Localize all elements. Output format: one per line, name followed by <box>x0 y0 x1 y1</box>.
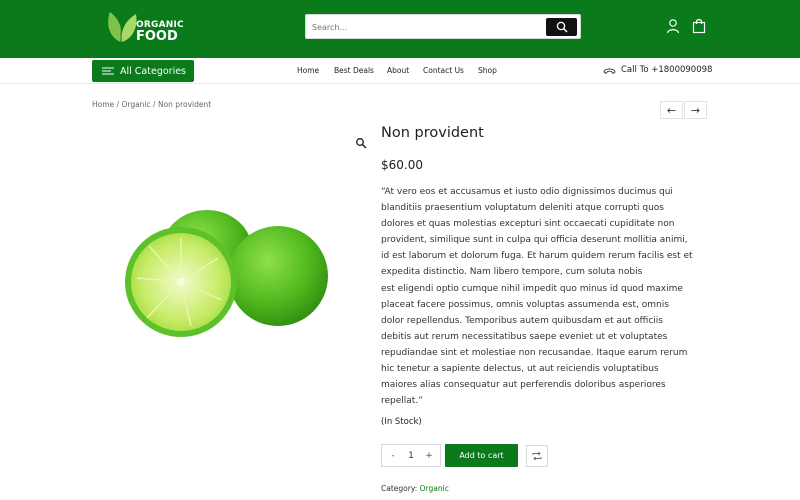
next-product-button[interactable]: → <box>684 101 707 119</box>
nav-contact-us[interactable]: Contact Us <box>423 66 464 75</box>
compare-button[interactable] <box>526 445 548 467</box>
phone-contact[interactable]: Call To +1800090098 <box>603 65 712 75</box>
nav-best-deals[interactable]: Best Deals <box>334 66 374 75</box>
search-button[interactable] <box>546 18 577 36</box>
nav-about[interactable]: About <box>387 66 409 75</box>
quantity-stepper: - 1 + <box>381 444 441 467</box>
shopping-bag-icon[interactable] <box>692 18 706 34</box>
category-label: Category: <box>381 484 418 493</box>
phone-icon <box>603 68 616 74</box>
product-title: Non provident <box>381 125 484 141</box>
product-category: Category: Organic <box>381 484 449 493</box>
search-icon <box>556 21 567 33</box>
arrow-left-icon: ← <box>666 103 677 117</box>
top-header: ORGANIC FOOD <box>0 0 800 58</box>
phone-label: Call To +1800090098 <box>621 65 713 75</box>
all-categories-label: All Categories <box>120 65 187 77</box>
nav-home[interactable]: Home <box>297 66 319 75</box>
stock-status: (In Stock) <box>381 417 422 427</box>
breadcrumb: Home / Organic / Non provident <box>92 100 211 109</box>
breadcrumb-separator: / <box>153 100 156 109</box>
nav-shop[interactable]: Shop <box>478 66 497 75</box>
zoom-icon[interactable] <box>355 137 367 149</box>
compare-icon <box>532 451 542 461</box>
logo-line2: FOOD <box>136 29 178 44</box>
quantity-decrease-button[interactable]: - <box>388 451 398 461</box>
breadcrumb-current: Non provident <box>157 100 212 109</box>
menu-bars-icon <box>102 67 114 75</box>
search-bar <box>305 14 581 39</box>
breadcrumb-category[interactable]: Organic <box>121 100 150 109</box>
previous-product-button[interactable]: ← <box>660 101 683 119</box>
product-image <box>125 210 328 337</box>
category-link[interactable]: Organic <box>420 484 449 493</box>
product-description: “At vero eos et accusamus et iusto odio … <box>381 187 693 407</box>
breadcrumb-separator: / <box>116 100 120 109</box>
search-input[interactable] <box>312 19 542 35</box>
add-to-cart-label: Add to cart <box>459 451 504 460</box>
user-icon[interactable] <box>666 18 680 34</box>
breadcrumb-home[interactable]: Home <box>92 100 114 109</box>
arrow-right-icon: → <box>690 103 701 117</box>
main-nav: All Categories Home Best Deals About Con… <box>0 58 800 84</box>
logo-text[interactable]: ORGANIC FOOD <box>136 20 184 44</box>
product-price: $60.00 <box>381 158 423 172</box>
quantity-increase-button[interactable]: + <box>424 451 434 461</box>
quantity-value[interactable]: 1 <box>408 451 414 461</box>
all-categories-button[interactable]: All Categories <box>92 60 194 82</box>
add-to-cart-button[interactable]: Add to cart <box>445 444 518 467</box>
